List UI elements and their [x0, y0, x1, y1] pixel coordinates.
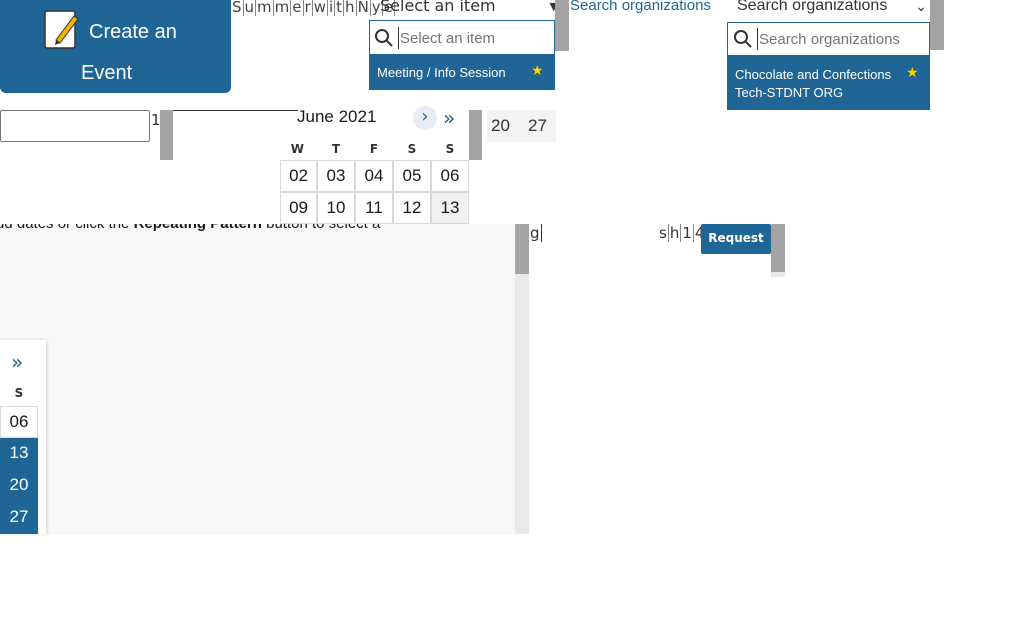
- mini-calendar-day-selected[interactable]: 27: [0, 502, 38, 534]
- field-text: g: [530, 224, 542, 242]
- organization-search-input[interactable]: [757, 28, 917, 50]
- text-char: h: [668, 224, 682, 242]
- calendar-weekday-header: W: [290, 142, 304, 156]
- request-scrollbar[interactable]: [771, 224, 785, 272]
- mini-calendar-day[interactable]: 06: [0, 406, 38, 438]
- title-char: r: [303, 0, 313, 16]
- organization-option-type: Tech-STDNT ORG: [735, 85, 844, 100]
- calendar-day[interactable]: 09: [280, 192, 317, 224]
- double-chevron-right-icon[interactable]: »: [443, 106, 455, 130]
- calendar-divider: [173, 110, 298, 111]
- calendar-day[interactable]: 12: [393, 192, 431, 224]
- double-chevron-right-icon[interactable]: »: [11, 350, 23, 374]
- next-month-column: 20 27: [487, 110, 556, 142]
- calendar-day[interactable]: 06: [431, 160, 469, 192]
- panel-instructions: dd dates or click the Repeating Pattern …: [0, 224, 380, 232]
- text-char: s: [658, 224, 669, 242]
- title-char: m: [256, 0, 274, 16]
- item-list-scrollbar[interactable]: [555, 0, 569, 51]
- date-selection-panel: dd dates or click the Repeating Pattern …: [0, 224, 529, 534]
- item-search-input[interactable]: [398, 27, 548, 49]
- create-event-button[interactable]: Create an Event: [0, 0, 231, 93]
- title-char: u: [243, 0, 257, 16]
- text-char: 1: [681, 224, 694, 242]
- request-scrollbar-track[interactable]: [771, 272, 785, 277]
- calendar-day[interactable]: 20: [491, 116, 510, 136]
- item-option-label: Meeting / Info Session: [377, 65, 506, 80]
- organization-select[interactable]: Search organizations ⌄: [737, 0, 927, 15]
- request-button[interactable]: Request: [701, 224, 771, 254]
- star-icon[interactable]: ★: [906, 63, 919, 81]
- calendar-day[interactable]: 04: [355, 160, 393, 192]
- instructions-text: dd dates or click the: [0, 224, 134, 232]
- organization-option[interactable]: Chocolate and Confections Tech-STDNT ORG…: [727, 56, 930, 110]
- item-select-value: Select an item: [380, 0, 496, 15]
- calendar-weekday-header: S: [407, 142, 417, 156]
- calendar-day[interactable]: 03: [317, 160, 355, 192]
- calendar-day[interactable]: 02: [280, 160, 317, 192]
- repeating-pattern-text: Repeating Pattern: [134, 224, 262, 232]
- title-char: m: [273, 0, 292, 16]
- panel-scrollbar-thumb[interactable]: [515, 224, 529, 274]
- calendar-weekday-header: T: [331, 142, 341, 156]
- star-icon[interactable]: ★: [531, 62, 544, 79]
- item-option[interactable]: Meeting / Info Session ★: [369, 55, 555, 90]
- pencil-paper-icon: [44, 10, 79, 49]
- title-char: w: [312, 0, 328, 16]
- organization-list-scrollbar[interactable]: [930, 0, 944, 50]
- calendar-day[interactable]: 05: [393, 160, 431, 192]
- calendar-day[interactable]: 10: [317, 192, 355, 224]
- search-icon: [734, 30, 752, 48]
- calendar-month-title: June 2021: [297, 107, 377, 126]
- mini-calendar-weekday-header: S: [14, 386, 24, 400]
- calendar-weekday-header: F: [369, 142, 379, 156]
- title-char: S: [231, 0, 244, 16]
- mini-calendar-day-selected[interactable]: 20: [0, 470, 38, 502]
- calendar-weekday-header: S: [445, 142, 455, 156]
- create-event-label-line2: Event: [81, 62, 133, 84]
- calendar-day[interactable]: 13: [431, 192, 469, 224]
- calendar-day[interactable]: 11: [355, 192, 393, 224]
- mini-calendar-day-selected[interactable]: 13: [0, 438, 38, 470]
- organization-select-value: Search organizations: [737, 0, 888, 14]
- organization-option-name: Chocolate and Confections: [735, 67, 892, 82]
- field-text: sh14: [658, 224, 707, 242]
- calendar-day[interactable]: 27: [528, 116, 547, 136]
- title-char: e: [291, 0, 304, 16]
- title-char: h: [344, 0, 357, 16]
- item-search-box: [369, 20, 555, 55]
- instructions-text: button to select a: [262, 224, 380, 232]
- date-scrollbar[interactable]: [160, 110, 173, 160]
- create-event-label-line1: Create an: [89, 21, 177, 43]
- organization-search-box: [727, 22, 930, 56]
- item-select[interactable]: Select an item ▼: [369, 0, 561, 18]
- search-organizations-link[interactable]: Search organizations: [570, 0, 711, 14]
- chevron-right-icon[interactable]: ›: [413, 106, 437, 130]
- date-input[interactable]: [0, 110, 150, 142]
- calendar-scrollbar[interactable]: [469, 110, 482, 160]
- search-icon: [375, 29, 393, 47]
- chevron-down-icon: ⌄: [915, 0, 927, 14]
- title-char: t: [335, 0, 345, 16]
